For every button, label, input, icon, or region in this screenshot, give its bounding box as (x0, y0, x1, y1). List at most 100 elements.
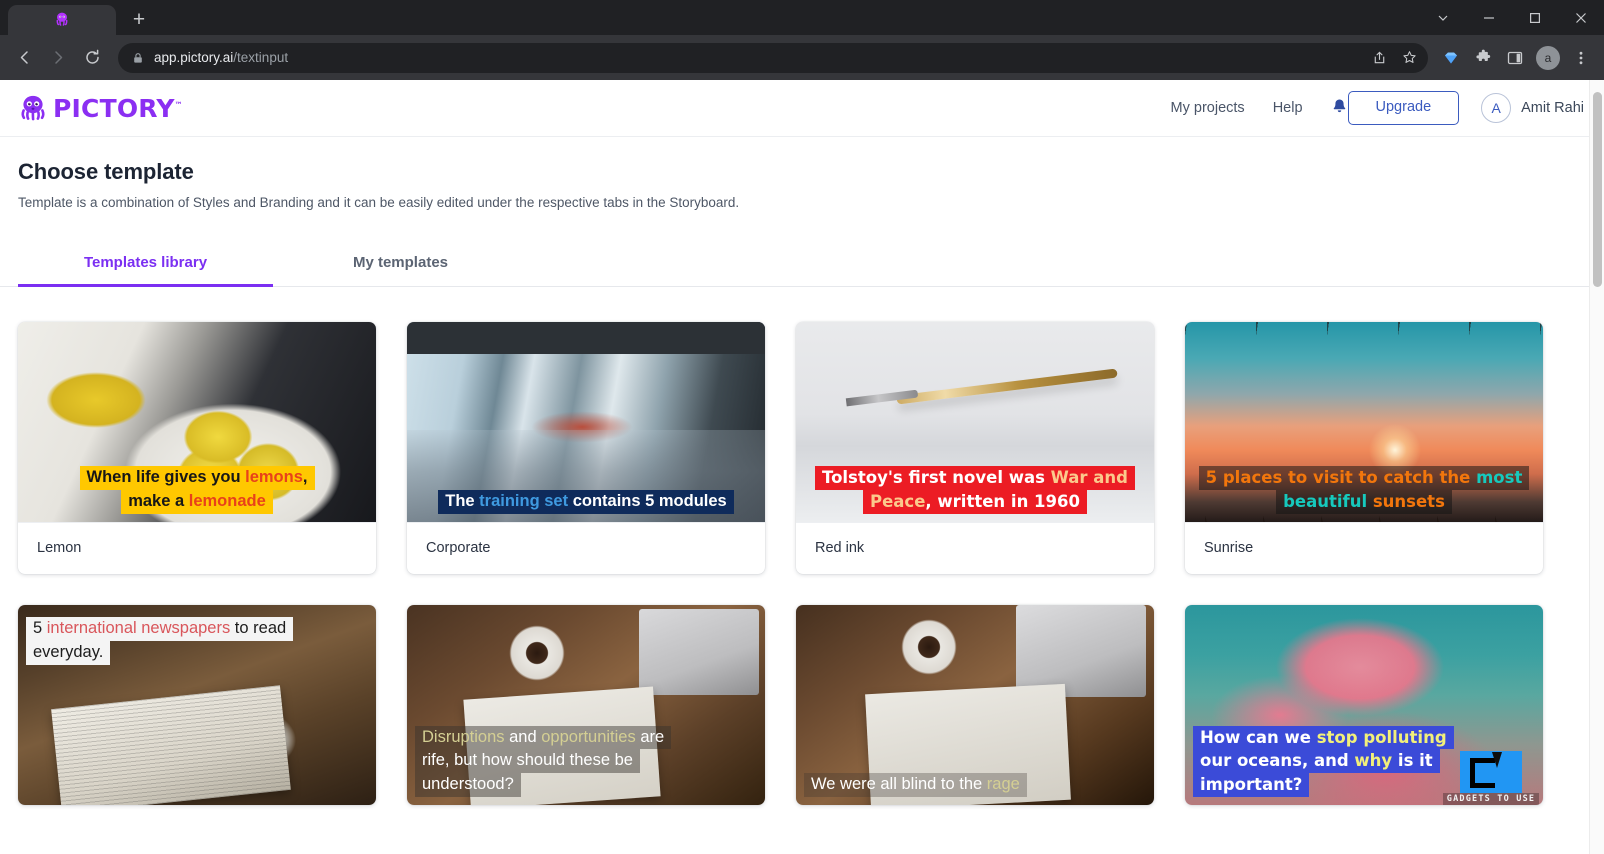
template-card[interactable]: When life gives you lemons, make a lemona… (18, 322, 376, 574)
close-icon[interactable] (1558, 0, 1604, 35)
caption-text: everyday. (33, 642, 104, 661)
caption-highlight: rage (986, 775, 1020, 794)
browser-tab[interactable] (8, 5, 116, 35)
logo-tm: ™ (174, 100, 183, 110)
template-thumbnail[interactable]: Disruptions and opportunities are rife, b… (407, 605, 765, 805)
tab-templates-library[interactable]: Templates library (18, 242, 273, 287)
nav-my-projects[interactable]: My projects (1171, 100, 1245, 116)
url-path: /textinput (233, 50, 289, 65)
window-controls (1420, 0, 1604, 35)
template-caption: We were all blind to the rage (796, 773, 1154, 805)
caption-text: is it (1392, 751, 1433, 771)
back-icon[interactable] (8, 42, 40, 74)
template-thumbnail[interactable]: 5 places to visit to catch the most beaut… (1185, 322, 1543, 522)
pictory-logo[interactable]: PICTORY™ (18, 93, 183, 123)
watermark-text: GADGETS TO USE (1442, 793, 1540, 805)
pictory-app: PICTORY™ My projects Help Upgrade A Amit… (0, 80, 1604, 805)
template-card[interactable]: Tolstoy's first novel was War and Peace, … (796, 322, 1154, 574)
bell-icon[interactable] (1331, 98, 1348, 119)
tab-strip: + (0, 0, 1604, 35)
caption-highlight: beautiful (1283, 492, 1368, 512)
caption-line: make a lemonade (121, 490, 273, 514)
caption-text: , written in 1960 (925, 492, 1080, 512)
caption-line: Tolstoy's first novel was War and (815, 466, 1135, 491)
caption-text: How can we (1200, 727, 1317, 747)
caption-text: sunsets (1367, 492, 1445, 512)
caption-line: important? (1193, 773, 1310, 797)
nav-help[interactable]: Help (1273, 100, 1303, 116)
caption-text: Tolstoy's first novel was (822, 468, 1051, 488)
caption-line: We were all blind to the rage (804, 773, 1027, 797)
profile-avatar[interactable]: a (1536, 45, 1560, 70)
caption-highlight: most (1476, 468, 1523, 488)
caption-highlight: international newspapers (46, 619, 231, 637)
template-caption: 5 places to visit to catch the most beaut… (1185, 466, 1543, 522)
bookmark-star-icon[interactable] (1396, 45, 1422, 71)
template-card[interactable]: How can we stop polluting our oceans, and… (1185, 605, 1543, 805)
template-tabs: Templates library My templates (0, 242, 1604, 287)
template-thumbnail[interactable]: We were all blind to the rage (796, 605, 1154, 805)
caption-line: rife, but how should these be (415, 749, 640, 774)
template-card[interactable]: 5 places to visit to catch the most beaut… (1185, 322, 1543, 574)
caption-text: 5 places to visit to catch the (1205, 468, 1477, 488)
template-caption: 5 international newspapers to read everyd… (18, 617, 376, 673)
gadgets-to-use-watermark: GADGETS TO USE (1439, 743, 1543, 805)
caption-highlight: stop polluting (1316, 727, 1447, 747)
scrollbar-thumb[interactable] (1593, 92, 1602, 287)
caption-line: How can we stop polluting (1193, 725, 1454, 750)
forward-icon[interactable] (42, 42, 74, 74)
template-card[interactable]: 5 international newspapers to read everyd… (18, 605, 376, 805)
tab-search-chevron-down-icon[interactable] (1420, 0, 1466, 35)
url-domain: app.pictory.ai (154, 50, 234, 65)
caption-highlight: training set (479, 492, 569, 511)
caption-line: Peace, written in 1960 (863, 490, 1087, 514)
page-title: Choose template (18, 159, 194, 184)
caption-text: contains 5 modules (568, 492, 727, 511)
caption-line: When life gives you lemons, (79, 466, 315, 491)
template-thumbnail[interactable]: Tolstoy's first novel was War and Peace, … (796, 322, 1154, 522)
share-icon[interactable] (1366, 45, 1392, 71)
caption-text: The (445, 492, 480, 511)
template-thumbnail[interactable]: The training set contains 5 modules (407, 322, 765, 522)
caption-text: important? (1200, 775, 1303, 795)
browser-toolbar: app.pictory.ai/textinput a (0, 35, 1604, 80)
minimize-icon[interactable] (1466, 0, 1512, 35)
template-thumbnail[interactable]: How can we stop polluting our oceans, and… (1185, 605, 1543, 805)
template-caption: Disruptions and opportunities are rife, b… (407, 725, 765, 805)
caption-highlight: lemons (245, 468, 303, 487)
user-menu[interactable]: A Amit Rahi (1481, 93, 1584, 123)
upgrade-button[interactable]: Upgrade (1347, 91, 1460, 125)
template-name: Lemon (18, 522, 376, 574)
caption-text: make a (128, 492, 189, 511)
caption-line: 5 international newspapers to read (26, 617, 294, 641)
kebab-menu-icon[interactable] (1566, 43, 1596, 73)
caption-text: We were all blind to the (811, 775, 987, 794)
caption-text: to read (230, 619, 287, 637)
caption-line: understood? (415, 773, 521, 797)
template-caption: When life gives you lemons, make a lemona… (18, 466, 376, 522)
caption-text: When life gives you (86, 468, 246, 487)
template-card[interactable]: The training set contains 5 modules Corpo… (407, 322, 765, 574)
template-thumbnail[interactable]: 5 international newspapers to read everyd… (18, 605, 376, 805)
side-panel-icon[interactable] (1500, 43, 1530, 73)
template-card[interactable]: Disruptions and opportunities are rife, b… (407, 605, 765, 805)
user-name: Amit Rahi (1521, 100, 1584, 116)
page-scrollbar[interactable] (1589, 80, 1604, 854)
template-card[interactable]: We were all blind to the rage (796, 605, 1154, 805)
template-name: Sunrise (1185, 522, 1543, 574)
extensions-puzzle-icon[interactable] (1468, 43, 1498, 73)
template-name: Red ink (796, 522, 1154, 574)
template-thumbnail[interactable]: When life gives you lemons, make a lemona… (18, 322, 376, 522)
caption-line: The training set contains 5 modules (438, 490, 734, 514)
reload-icon[interactable] (76, 42, 108, 74)
browser-window: + app.pictory.ai /textinput a PICTORY™ M… (0, 0, 1604, 854)
caption-line: everyday. (26, 640, 111, 665)
caption-highlight: lemonade (188, 492, 266, 511)
new-tab-button[interactable]: + (124, 4, 154, 34)
maximize-icon[interactable] (1512, 0, 1558, 35)
caption-text: and (504, 727, 542, 746)
title-block: Choose template Template is a combinatio… (0, 137, 1604, 210)
tab-my-templates[interactable]: My templates (273, 242, 528, 287)
diamond-extension-icon[interactable] (1436, 43, 1466, 73)
address-bar[interactable]: app.pictory.ai/textinput (118, 42, 1428, 73)
